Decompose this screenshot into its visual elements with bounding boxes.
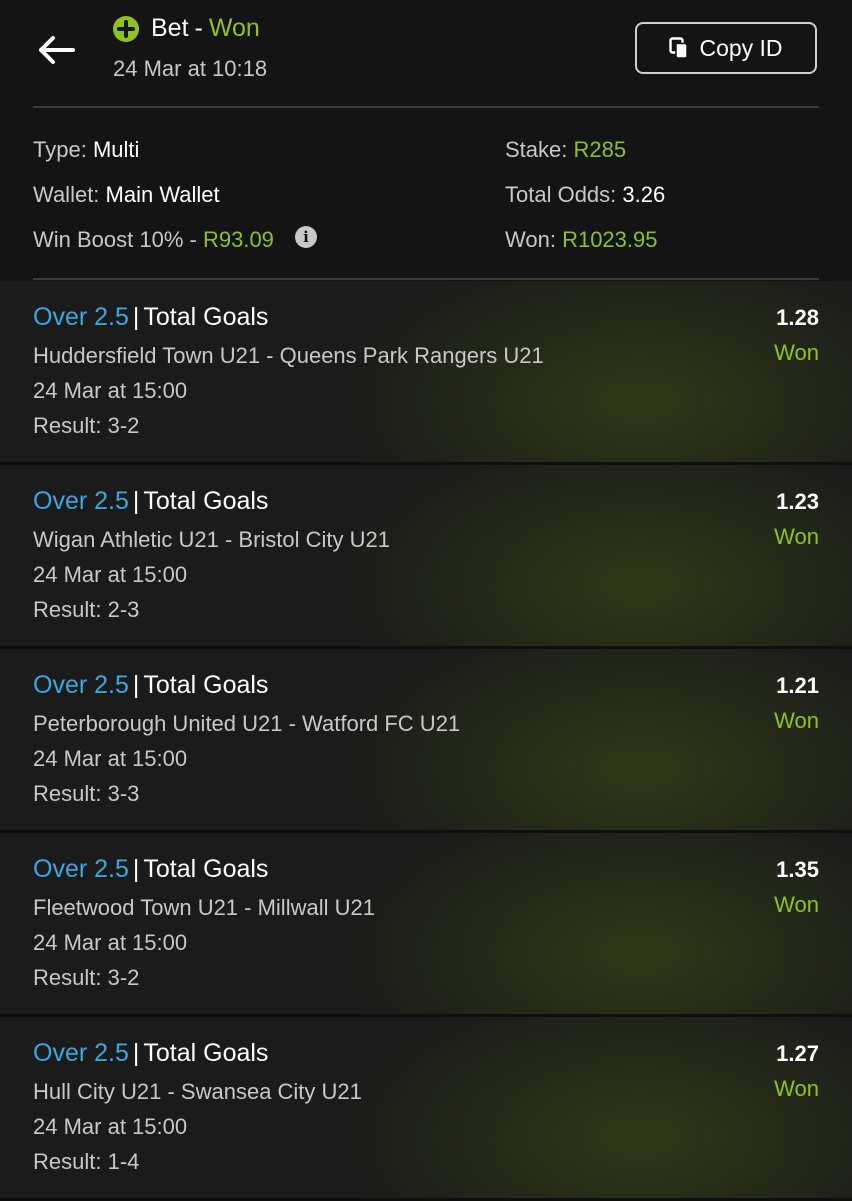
leg-selection: Over 2.5 | Total Goals	[33, 487, 268, 516]
selection-market: Total Goals	[143, 303, 269, 331]
result-score: 2-3	[107, 597, 140, 622]
selection-market: Total Goals	[143, 671, 269, 699]
bet-leg[interactable]: Over 2.5 | Total Goals Peterborough United…	[0, 649, 852, 833]
bet-placed-date: 24 Mar at 10:18	[113, 56, 268, 81]
won-value: R1023.95	[562, 227, 658, 252]
selection-market: Total Goals	[143, 1039, 269, 1067]
selection-outcome: Over 2.5	[33, 303, 129, 331]
selection-separator: |	[132, 1039, 140, 1067]
copy-id-button[interactable]: Copy ID	[635, 22, 817, 74]
selection-market: Total Goals	[143, 855, 269, 883]
bet-legs-list: Over 2.5 | Total Goals Huddersfield Town U…	[0, 281, 852, 1201]
selection-outcome: Over 2.5	[33, 487, 129, 515]
type-label: Type:	[33, 137, 87, 162]
leg-date: 24 Mar at 15:00	[33, 378, 188, 403]
summary-divider	[33, 278, 819, 280]
plus-circle-icon	[113, 15, 139, 42]
wallet-value: Main Wallet	[105, 182, 220, 207]
leg-odds: 1.28	[776, 305, 819, 330]
total-odds: Total Odds: 3.26	[505, 182, 665, 208]
leg-status: Won	[774, 340, 819, 365]
bet-stake: Stake: R285	[505, 137, 626, 163]
leg-result: Result: 3-2	[33, 965, 139, 991]
leg-odds: 1.35	[776, 857, 819, 882]
leg-selection: Over 2.5 | Total Goals	[33, 303, 268, 332]
selection-outcome: Over 2.5	[33, 1039, 129, 1067]
result-score: 3-2	[107, 965, 140, 990]
leg-date: 24 Mar at 15:00	[33, 1114, 188, 1139]
leg-match: Fleetwood Town U21 - Millwall U21	[33, 895, 375, 920]
leg-status: Won	[774, 1076, 819, 1101]
bet-type: Type: Multi	[33, 137, 139, 163]
selection-separator: |	[132, 671, 140, 699]
leg-odds: 1.23	[776, 489, 819, 514]
selection-market: Total Goals	[143, 487, 269, 515]
leg-date: 24 Mar at 15:00	[33, 562, 188, 587]
selection-separator: |	[132, 303, 140, 331]
bet-header: Bet - Won 24 Mar at 10:18 Copy ID	[0, 0, 852, 106]
header-divider	[33, 106, 819, 108]
won-amount: Won: R1023.95	[505, 227, 658, 253]
leg-result: Result: 1-4	[33, 1149, 139, 1175]
leg-selection: Over 2.5 | Total Goals	[33, 671, 268, 700]
wallet-label: Wallet:	[33, 182, 100, 207]
leg-result: Result: 2-3	[33, 597, 139, 623]
result-label: Result:	[33, 597, 102, 622]
info-icon[interactable]: i	[295, 226, 317, 248]
leg-status: Won	[774, 708, 819, 733]
leg-match: Peterborough United U21 - Watford FC U21	[33, 711, 461, 736]
bet-title: Bet - Won	[113, 14, 260, 43]
copy-icon	[669, 37, 689, 59]
leg-selection: Over 2.5 | Total Goals	[33, 855, 268, 884]
result-label: Result:	[33, 781, 102, 806]
selection-separator: |	[132, 487, 140, 515]
bet-wallet: Wallet: Main Wallet	[33, 182, 220, 208]
stake-label: Stake:	[505, 137, 568, 162]
title-separator: -	[194, 14, 203, 42]
bet-leg[interactable]: Over 2.5 | Total Goals Hull City U21 - Swa…	[0, 1017, 852, 1201]
leg-match: Wigan Athletic U21 - Bristol City U21	[33, 527, 391, 552]
won-label: Won:	[505, 227, 556, 252]
back-button[interactable]	[32, 26, 80, 74]
leg-selection: Over 2.5 | Total Goals	[33, 1039, 268, 1068]
bet-leg[interactable]: Over 2.5 | Total Goals Fleetwood Town U21 …	[0, 833, 852, 1017]
win-boost-label: Win Boost 10% -	[33, 227, 197, 252]
leg-status: Won	[774, 892, 819, 917]
title-prefix: Bet	[151, 14, 189, 42]
total-odds-value: 3.26	[622, 182, 666, 207]
win-boost: Win Boost 10% - R93.09	[33, 227, 274, 253]
leg-odds: 1.27	[776, 1041, 819, 1066]
leg-match: Huddersfield Town U21 - Queens Park Rang…	[33, 343, 544, 368]
selection-separator: |	[132, 855, 140, 883]
selection-outcome: Over 2.5	[33, 671, 129, 699]
win-boost-value: R93.09	[202, 227, 274, 252]
leg-result: Result: 3-3	[33, 781, 139, 807]
result-label: Result:	[33, 413, 102, 438]
type-value: Multi	[92, 137, 140, 162]
arrow-left-icon	[39, 36, 75, 64]
selection-outcome: Over 2.5	[33, 855, 129, 883]
bet-leg[interactable]: Over 2.5 | Total Goals Huddersfield Town U…	[0, 281, 852, 465]
result-score: 1-4	[107, 1149, 140, 1174]
result-label: Result:	[33, 1149, 102, 1174]
leg-result: Result: 3-2	[33, 413, 139, 439]
bet-status: Won	[208, 14, 260, 42]
result-score: 3-3	[107, 781, 140, 806]
copy-id-label: Copy ID	[699, 34, 783, 61]
result-label: Result:	[33, 965, 102, 990]
leg-date: 24 Mar at 15:00	[33, 930, 188, 955]
result-score: 3-2	[107, 413, 140, 438]
leg-status: Won	[774, 524, 819, 549]
stake-value: R285	[573, 137, 627, 162]
total-odds-label: Total Odds:	[505, 182, 617, 207]
leg-match: Hull City U21 - Swansea City U21	[33, 1079, 362, 1104]
leg-date: 24 Mar at 15:00	[33, 746, 188, 771]
bet-leg[interactable]: Over 2.5 | Total Goals Wigan Athletic U21 …	[0, 465, 852, 649]
leg-odds: 1.21	[776, 673, 819, 698]
